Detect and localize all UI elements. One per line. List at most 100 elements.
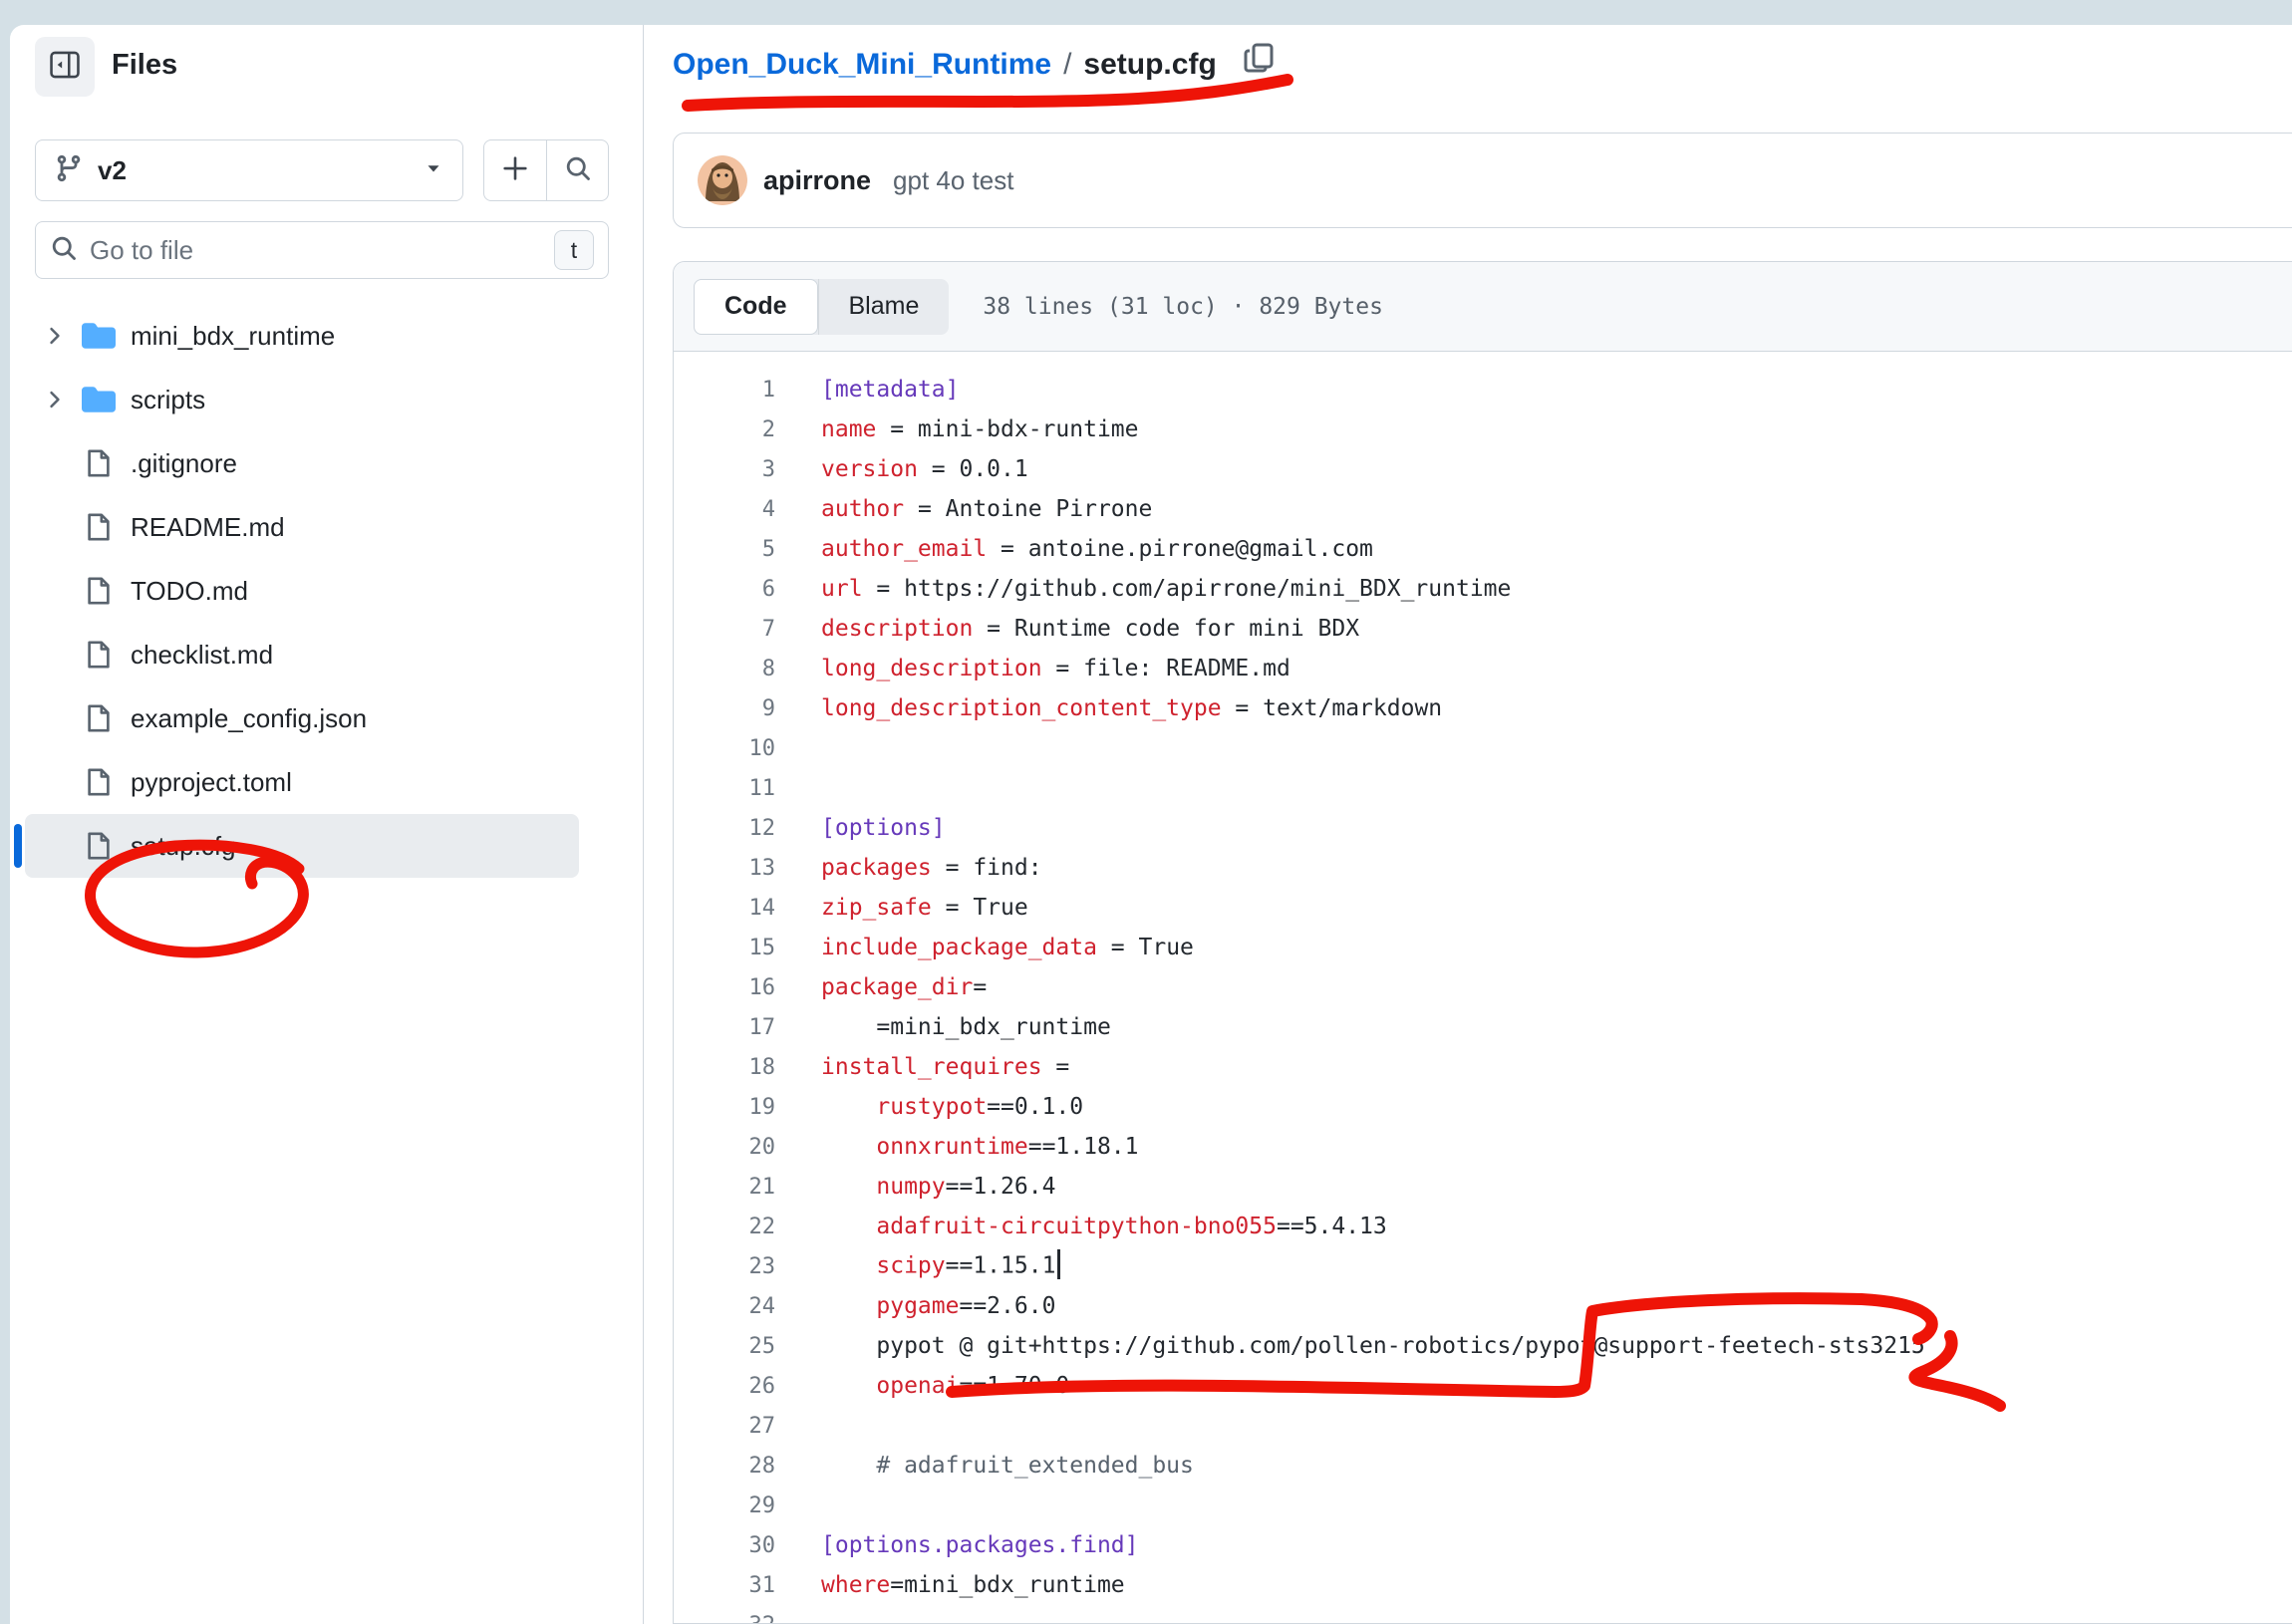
- line-content: onnxruntime==1.18.1: [821, 1134, 1139, 1160]
- tree-row-readme-md[interactable]: README.md: [25, 495, 579, 559]
- tree-row--gitignore[interactable]: .gitignore: [25, 431, 579, 495]
- copy-path-button[interactable]: [1243, 42, 1275, 82]
- search-tree-button[interactable]: [546, 140, 608, 200]
- tree-item-label: example_config.json: [131, 703, 367, 734]
- line-number[interactable]: 28: [674, 1454, 775, 1479]
- plus-icon: [500, 153, 530, 188]
- tree-row-setup-cfg[interactable]: setup.cfg: [25, 814, 579, 878]
- line-number[interactable]: 2: [674, 417, 775, 442]
- chevron-right-icon[interactable]: [35, 325, 75, 347]
- line-number[interactable]: 10: [674, 736, 775, 761]
- line-content: version = 0.0.1: [821, 456, 1028, 482]
- line-number[interactable]: 22: [674, 1215, 775, 1239]
- tab-blame[interactable]: Blame: [818, 279, 950, 335]
- code-line-18: 18install_requires =: [674, 1047, 2292, 1087]
- line-number[interactable]: 26: [674, 1374, 775, 1399]
- code-line-14: 14 zip_safe = True: [674, 888, 2292, 928]
- line-number[interactable]: 29: [674, 1493, 775, 1518]
- line-number[interactable]: 23: [674, 1254, 775, 1279]
- tree-row-mini-bdx-runtime[interactable]: mini_bdx_runtime: [25, 304, 579, 368]
- line-number[interactable]: 32: [674, 1613, 775, 1624]
- line-number[interactable]: 11: [674, 776, 775, 801]
- tree-item-label: TODO.md: [131, 576, 248, 607]
- chevron-right-icon[interactable]: [35, 389, 75, 410]
- file-icon: [75, 640, 123, 670]
- files-panel-title: Files: [112, 49, 177, 82]
- line-content: # adafruit_extended_bus: [821, 1453, 1194, 1479]
- line-content: pygame==2.6.0: [821, 1293, 1055, 1319]
- code-line-5: 5author_email = antoine.pirrone@gmail.co…: [674, 529, 2292, 569]
- line-number[interactable]: 8: [674, 657, 775, 681]
- chevron-down-icon: [423, 157, 444, 184]
- line-number[interactable]: 1: [674, 378, 775, 403]
- breadcrumb: Open_Duck_Mini_Runtime / setup.cfg: [673, 48, 1275, 82]
- tree-item-label: mini_bdx_runtime: [131, 321, 335, 352]
- tab-code[interactable]: Code: [694, 279, 818, 335]
- commit-message[interactable]: gpt 4o test: [893, 165, 1013, 196]
- line-number[interactable]: 14: [674, 896, 775, 921]
- tree-row-todo-md[interactable]: TODO.md: [25, 559, 579, 623]
- search-icon: [564, 154, 592, 187]
- line-number[interactable]: 6: [674, 577, 775, 602]
- go-to-file-box: t: [35, 221, 609, 279]
- file-icon: [75, 576, 123, 606]
- code-line-29: 29: [674, 1486, 2292, 1525]
- selected-file-indicator: [14, 824, 22, 868]
- branch-selector[interactable]: v2: [35, 139, 463, 201]
- line-number[interactable]: 5: [674, 537, 775, 562]
- line-number[interactable]: 17: [674, 1015, 775, 1040]
- tree-row-example-config-json[interactable]: example_config.json: [25, 686, 579, 750]
- line-number[interactable]: 9: [674, 696, 775, 721]
- line-number[interactable]: 12: [674, 816, 775, 841]
- line-content: pypot @ git+https://github.com/pollen-ro…: [821, 1333, 1925, 1359]
- file-icon: [75, 512, 123, 542]
- main-content: Open_Duck_Mini_Runtime / setup.cfg apirr…: [644, 25, 2292, 1624]
- line-number[interactable]: 18: [674, 1055, 775, 1080]
- line-number[interactable]: 25: [674, 1334, 775, 1359]
- file-icon: [75, 831, 123, 861]
- line-number[interactable]: 15: [674, 936, 775, 960]
- code-line-24: 24 pygame==2.6.0: [674, 1286, 2292, 1326]
- collapse-sidebar-button[interactable]: [35, 37, 95, 97]
- code-line-17: 17 =mini_bdx_runtime: [674, 1007, 2292, 1047]
- line-number[interactable]: 16: [674, 975, 775, 1000]
- line-number[interactable]: 19: [674, 1095, 775, 1120]
- code-line-2: 2name = mini-bdx-runtime: [674, 409, 2292, 449]
- sidebar-collapse-icon: [48, 48, 82, 87]
- folder-icon: [75, 383, 123, 416]
- code-line-9: 9long_description_content_type = text/ma…: [674, 688, 2292, 728]
- line-number[interactable]: 27: [674, 1414, 775, 1439]
- line-number[interactable]: 31: [674, 1573, 775, 1598]
- code-line-7: 7description = Runtime code for mini BDX: [674, 609, 2292, 649]
- line-number[interactable]: 4: [674, 497, 775, 522]
- file-icon: [75, 767, 123, 797]
- line-content: package_dir=: [821, 974, 987, 1000]
- tree-row-scripts[interactable]: scripts: [25, 368, 579, 431]
- line-content: numpy==1.26.4: [821, 1174, 1055, 1200]
- line-number[interactable]: 20: [674, 1135, 775, 1160]
- code-viewer: 1 [metadata] 2name = mini-bdx-runtime 3 vers…: [674, 352, 2292, 1624]
- avatar-image: [698, 155, 747, 205]
- tree-row-pyproject-toml[interactable]: pyproject.toml: [25, 750, 579, 814]
- go-to-file-input[interactable]: [90, 235, 554, 266]
- avatar[interactable]: [698, 155, 747, 205]
- line-number[interactable]: 24: [674, 1294, 775, 1319]
- line-number[interactable]: 7: [674, 617, 775, 642]
- tree-row-checklist-md[interactable]: checklist.md: [25, 623, 579, 686]
- line-content: [options.packages.find]: [821, 1532, 1139, 1558]
- new-file-button[interactable]: [484, 140, 546, 200]
- line-content: [metadata]: [821, 377, 959, 403]
- commit-author[interactable]: apirrone: [763, 165, 871, 196]
- breadcrumb-repo-link[interactable]: Open_Duck_Mini_Runtime: [673, 48, 1051, 82]
- latest-commit-bar: apirrone gpt 4o test: [673, 133, 2292, 228]
- line-number[interactable]: 3: [674, 457, 775, 482]
- file-content-panel: Code Blame 38 lines (31 loc) · 829 Bytes…: [673, 261, 2292, 1624]
- line-number[interactable]: 30: [674, 1533, 775, 1558]
- line-number[interactable]: 13: [674, 856, 775, 881]
- code-line-3: 3 version = 0.0.1: [674, 449, 2292, 489]
- code-line-12: 12[options]: [674, 808, 2292, 848]
- code-line-20: 20 onnxruntime==1.18.1: [674, 1127, 2292, 1167]
- line-number[interactable]: 21: [674, 1175, 775, 1200]
- line-content: zip_safe = True: [821, 895, 1028, 921]
- file-stats: 38 lines (31 loc) · 829 Bytes: [983, 294, 1383, 320]
